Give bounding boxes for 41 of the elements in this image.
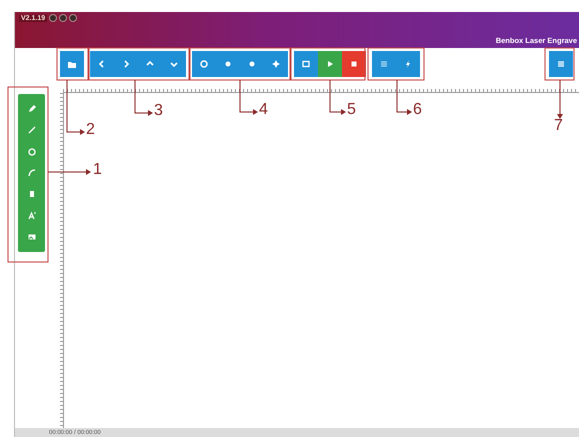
callout-number: 5 [347,102,356,118]
toolbar-button[interactable] [294,51,318,77]
highlight-frame [544,48,574,80]
folder-icon [67,59,77,69]
menu-icon [556,59,566,69]
highlight-frame [368,48,424,80]
callout-number: 3 [154,103,163,119]
toolbar-button[interactable] [192,51,216,77]
list-icon [379,59,389,69]
toolbar-button[interactable] [318,51,342,77]
image-icon [26,232,36,242]
toolbar-button[interactable] [264,51,288,77]
callout-arrow [396,80,412,115]
stop-icon [349,59,359,69]
play-icon [325,59,335,69]
toolbar-button[interactable] [60,51,84,77]
text-icon [26,210,36,221]
lightning-icon [403,59,413,69]
callout-arrow [66,80,85,135]
toolbar-button[interactable] [90,51,114,77]
pencil-icon [26,104,36,114]
callout-number: 6 [413,102,422,118]
dot-icon [247,59,257,69]
callout-number: 7 [554,118,563,134]
callout-arrow [240,80,258,115]
dot-icon [223,59,233,69]
line-icon [26,125,36,136]
callout-arrow [134,80,153,116]
circle-icon [26,146,36,157]
callout-arrow [48,169,91,175]
callout-number: 2 [86,122,95,138]
toolbar-button[interactable] [372,51,396,77]
callout-arrow [557,80,563,119]
toolbar-button[interactable] [342,51,366,77]
callout-arrow [330,80,346,115]
curve-icon [26,168,36,178]
callout-number: 1 [93,162,102,178]
toolbar-button[interactable] [549,51,573,77]
toolbar-button[interactable] [162,51,186,77]
callout-number: 4 [259,102,268,118]
frame-icon [301,59,311,69]
